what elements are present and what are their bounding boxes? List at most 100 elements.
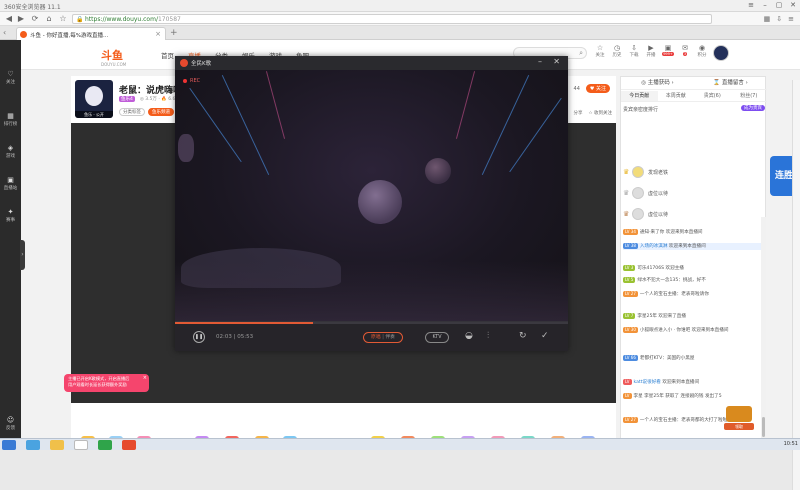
header-download[interactable]: ⇩ 下载 (627, 44, 641, 58)
rank-row[interactable]: ♛ 发现老铁 (623, 166, 765, 178)
rank-avatar (632, 166, 644, 178)
tab-douyu[interactable]: 斗鱼 - 你好直播,每%游戏直播... × (16, 27, 166, 40)
page-scrollbar[interactable] (792, 80, 800, 490)
new-tab-icon[interactable]: + (170, 28, 178, 38)
left-nav-ranking[interactable]: ▦ 排行榜 (0, 112, 21, 127)
room-links: 举 分享 ☆ 收到关注 (563, 110, 612, 116)
maximize-icon[interactable]: ▢ (774, 1, 784, 10)
minimize-icon[interactable]: – (760, 1, 770, 10)
share-link[interactable]: 分享 (574, 110, 583, 116)
home-icon[interactable]: ⌂ (44, 14, 54, 24)
vocal-mode-toggle[interactable]: 原唱 | 伴奏 (363, 332, 403, 343)
pause-icon[interactable]: ❚❚ (193, 331, 205, 343)
close-window-icon[interactable]: ✕ (788, 1, 798, 10)
message-user[interactable]: 入场的冰淇淋 (640, 244, 668, 249)
channel-tag[interactable]: 鱼乐频道 (148, 108, 174, 116)
tab-scroll-left-icon[interactable]: ‹ (3, 28, 6, 37)
level-badge: LV (623, 379, 632, 385)
header-icon-label: 关注 (595, 53, 605, 58)
light-ray (265, 71, 286, 139)
ktv-titlebar[interactable]: 全民K歌 – ✕ (175, 56, 568, 70)
chat-message: LV 5 绿水不犯大一念135：挑战，好不 (623, 277, 761, 284)
loop-icon[interactable]: ↻ (519, 331, 527, 341)
search-icon[interactable]: ⌕ (579, 49, 583, 58)
menu-more-icon[interactable]: ≡ (788, 15, 794, 23)
chat-message: LV katt说很好看 欢迎来到本直播间 (623, 379, 761, 386)
start-icon[interactable] (2, 440, 16, 450)
user-avatar[interactable] (713, 45, 729, 61)
header-history[interactable]: ◷ 历史 (610, 44, 624, 58)
messages-badge: 3 (682, 52, 688, 56)
fav-link[interactable]: ☆ 收到关注 (589, 110, 612, 116)
message-user[interactable]: katt说很好看 (634, 380, 661, 385)
left-nav-games[interactable]: ◈ 游戏 (0, 144, 21, 159)
url-input[interactable]: 🔒 https://www.douyu.com/170587 (72, 14, 712, 24)
follow-button[interactable]: ♥ 关注 (585, 84, 610, 93)
sidebar-collapse-handle[interactable]: › (20, 240, 25, 270)
rank-name: 虚位以待 (648, 191, 669, 197)
check-icon[interactable]: ✓ (541, 331, 549, 341)
left-nav-feedback[interactable]: ☺ 反馈 (0, 416, 21, 431)
disco-ball (358, 180, 402, 224)
taskbar-ie-icon[interactable] (26, 440, 40, 450)
back-icon[interactable]: ◀ (4, 14, 14, 24)
chat-panel: ◎ 主播获码 › ⌛ 直播留言 › 今日贡献 本周贡献 贵宾(6) 粉丝(7) … (620, 76, 767, 450)
equalizer-icon[interactable]: ⫶ (487, 331, 489, 341)
rank-name: 发现老铁 (648, 170, 669, 176)
ktv-close-icon[interactable]: ✕ (553, 57, 560, 66)
left-nav-events[interactable]: ✦ 赛事 (0, 208, 21, 223)
play-icon: ▶ (648, 44, 654, 52)
rank-row[interactable]: ♛ 虚位以待 (623, 208, 765, 220)
ktv-progress-bar[interactable] (175, 322, 568, 324)
chat-scrollbar[interactable] (761, 217, 766, 449)
taskbar-app-icon[interactable] (74, 440, 88, 450)
become-vip-button[interactable]: 成为贵宾 (741, 105, 765, 111)
browser-titlebar: 360安全浏览器 11.1 ≡ – ▢ ✕ (0, 0, 800, 12)
level-badge: LV 27 (623, 417, 638, 423)
room-tags-bottom: 分类标签 鱼乐频道 (119, 108, 174, 116)
header-broadcast[interactable]: ▶ 开播 (644, 44, 658, 58)
anchor-avatar[interactable]: 鱼乐 · 公开 (75, 80, 113, 118)
level-badge: LV 34 (623, 229, 638, 235)
taskbar-360-icon[interactable] (98, 440, 112, 450)
url-path: 170587 (157, 16, 181, 23)
download-icon[interactable]: ⇩ (776, 15, 782, 23)
extensions-icon[interactable]: ▦ (764, 15, 771, 23)
treasure-chest[interactable]: 领取 (724, 406, 754, 430)
ktv-minimize-icon[interactable]: – (538, 57, 542, 66)
tuning-icon[interactable]: ◒ (465, 331, 473, 341)
tab-close-icon[interactable]: × (155, 30, 161, 38)
header-messages[interactable]: ✉ 3 (678, 44, 692, 58)
taskbar-folder-icon[interactable] (50, 440, 64, 450)
live-message-link[interactable]: ⌛ 直播留言 › (694, 77, 767, 89)
header-icons: ☆ 关注 ◷ 历史 ⇩ 下载 ▶ 开播 ▣ 999+ ✉ 3 ◉ 积分 (593, 44, 709, 58)
rank-row[interactable]: ♛ 虚位以待 (623, 187, 765, 199)
douyu-logo[interactable]: 斗鱼 DOUYU.COM (101, 47, 126, 67)
header-follow[interactable]: ☆ 关注 (593, 44, 607, 58)
taskbar-ktv-icon[interactable] (122, 440, 136, 450)
header-points[interactable]: ◉ 积分 (695, 44, 709, 58)
reload-icon[interactable]: ⟳ (30, 14, 40, 24)
toast-close-icon[interactable]: × (143, 375, 147, 381)
forward-icon[interactable]: ▶ (16, 14, 26, 24)
tab-today[interactable]: 今日贡献 (621, 91, 658, 101)
ktv-logo-icon (180, 59, 188, 67)
tab-fans[interactable]: 粉丝(7) (731, 91, 768, 101)
left-nav-stations[interactable]: ▣ 直播站 (0, 176, 21, 191)
left-nav-follow[interactable]: ♡ 关注 (0, 70, 21, 85)
ktv-button[interactable]: KTV (425, 332, 449, 343)
message-text: 通知·来了你 欢迎来到本直播间 (639, 230, 703, 235)
tab-week[interactable]: 本周贡献 (658, 91, 695, 101)
left-nav-label: 反馈 (6, 426, 15, 431)
category-tag[interactable]: 分类标签 (119, 108, 145, 116)
nav-home[interactable]: 首页 (161, 50, 174, 60)
menu-icon[interactable]: ≡ (746, 1, 756, 10)
chat-scroll-thumb[interactable] (762, 417, 765, 437)
contribution-tabs: 今日贡献 本周贡献 贵宾(6) 粉丝(7) (621, 91, 767, 102)
mode-original: 原唱 (371, 335, 381, 340)
anchor-code-link[interactable]: ◎ 主播获码 › (621, 77, 694, 89)
header-client[interactable]: ▣ 999+ (661, 44, 675, 58)
tab-vip[interactable]: 贵宾(6) (694, 91, 731, 101)
bookmark-star-icon[interactable]: ☆ (58, 14, 68, 24)
header-icon-label: 历史 (612, 53, 622, 58)
